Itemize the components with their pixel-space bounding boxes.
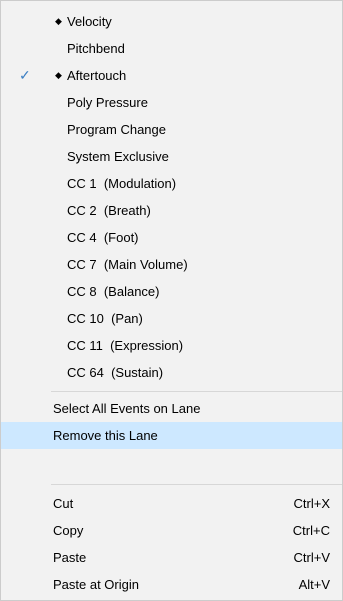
menu-item-label: Aftertouch (67, 68, 127, 83)
shortcut-label: Ctrl+C (292, 523, 330, 538)
menu-separator (51, 484, 342, 485)
menu-item-label: CC 2 (Breath) (67, 203, 151, 218)
menu-item-label: Cut (53, 496, 74, 511)
menu-item-cc64[interactable]: CC 64 (Sustain) (1, 359, 342, 386)
menu-item-copy[interactable]: Copy Ctrl+C (1, 517, 342, 544)
shortcut-label: Alt+V (298, 577, 330, 592)
menu-item-label: Copy (53, 523, 84, 538)
menu-item-label: CC 8 (Balance) (67, 284, 160, 299)
menu-item-label: Remove this Lane (53, 428, 158, 443)
menu-item-label: CC 1 (Modulation) (67, 176, 177, 191)
menu-item-poly-pressure[interactable]: Poly Pressure (1, 89, 342, 116)
menu-separator (51, 391, 342, 392)
bullet-icon: ◆ (55, 70, 62, 80)
menu-item-cut[interactable]: Cut Ctrl+X (1, 490, 342, 517)
menu-item-label: Pitchbend (67, 41, 125, 56)
menu-item-label: CC 10 (Pan) (67, 311, 143, 326)
menu-item-label: Select All Events on Lane (53, 401, 201, 416)
menu-item-pitchbend[interactable]: Pitchbend (1, 35, 342, 62)
menu-item-cc10[interactable]: CC 10 (Pan) (1, 305, 342, 332)
menu-item-cc11[interactable]: CC 11 (Expression) (1, 332, 342, 359)
menu-item-remove-lane[interactable]: Remove this Lane (1, 422, 342, 449)
menu-item-label: Paste at Origin (53, 577, 139, 592)
menu-item-paste[interactable]: Paste Ctrl+V (1, 544, 342, 571)
menu-item-system-exclusive[interactable]: System Exclusive (1, 143, 342, 170)
menu-item-label: System Exclusive (67, 149, 169, 164)
menu-item-label: CC 7 (Main Volume) (67, 257, 188, 272)
menu-item-label: Program Change (67, 122, 166, 137)
bullet-icon: ◆ (55, 16, 62, 26)
menu-item-cc4[interactable]: CC 4 (Foot) (1, 224, 342, 251)
menu-item-cc7[interactable]: CC 7 (Main Volume) (1, 251, 342, 278)
menu-item-velocity[interactable]: ◆ Velocity (1, 8, 342, 35)
menu-item-label: CC 4 (Foot) (67, 230, 139, 245)
menu-item-paste-at-origin[interactable]: Paste at Origin Alt+V (1, 571, 342, 598)
menu-item-label: CC 64 (Sustain) (67, 365, 164, 380)
menu-item-label: Paste (53, 550, 87, 565)
menu-item-aftertouch[interactable]: ✓ ◆ Aftertouch (1, 62, 342, 89)
context-menu: ◆ Velocity Pitchbend ✓ ◆ Aftertouch Poly… (0, 0, 343, 601)
menu-item-program-change[interactable]: Program Change (1, 116, 342, 143)
shortcut-label: Ctrl+X (293, 496, 330, 511)
menu-item-cc2[interactable]: CC 2 (Breath) (1, 197, 342, 224)
menu-item-select-all-events[interactable]: Select All Events on Lane (1, 395, 342, 422)
shortcut-label: Ctrl+V (293, 550, 330, 565)
menu-item-cc8[interactable]: CC 8 (Balance) (1, 278, 342, 305)
menu-item-label: Velocity (67, 14, 112, 29)
menu-item-cc1[interactable]: CC 1 (Modulation) (1, 170, 342, 197)
menu-item-label: CC 11 (Expression) (67, 338, 184, 353)
menu-item-label: Poly Pressure (67, 95, 148, 110)
checkmark-icon: ✓ (19, 67, 31, 83)
